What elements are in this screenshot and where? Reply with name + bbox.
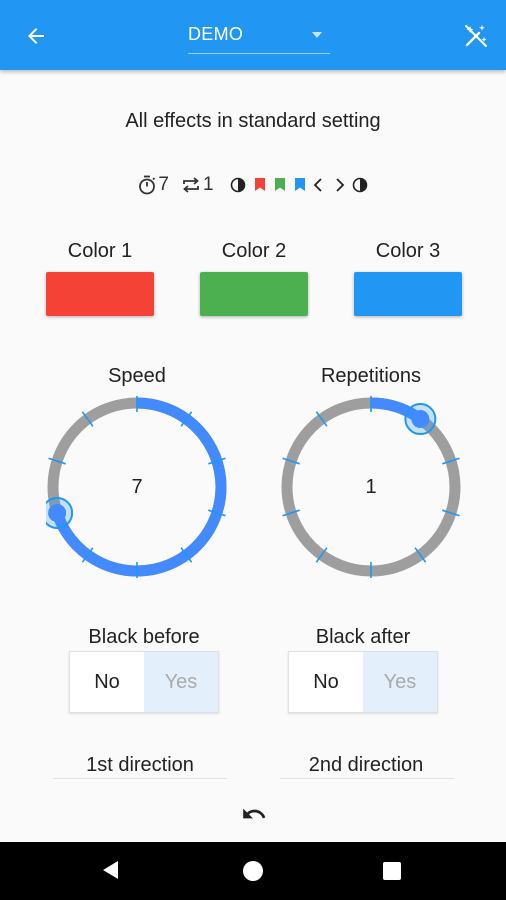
app-bar: DEMO [0, 0, 506, 70]
repetitions-label: Repetitions [320, 365, 422, 387]
color-2-swatch[interactable] [200, 272, 308, 316]
flag-icon [294, 178, 305, 191]
speed-summary: 7 [138, 174, 169, 196]
black-before-label: Black before [88, 626, 200, 648]
repetitions-summary: 1 [181, 174, 214, 196]
black-before-yes-option[interactable]: Yes [144, 652, 218, 712]
repetitions-value: 1 [365, 475, 377, 498]
effect-selector[interactable]: DEMO [188, 20, 330, 54]
speed-dial[interactable]: 7 [41, 394, 228, 580]
dropdown-arrow-icon [312, 32, 322, 38]
first-direction-toggle[interactable] [53, 778, 227, 782]
undo-button[interactable] [236, 796, 272, 832]
half-circle-icon [352, 177, 367, 193]
black-before-toggle: No Yes [69, 651, 219, 713]
auto-fix-button[interactable] [460, 20, 492, 52]
chevron-left-icon [313, 178, 322, 192]
timer-icon [139, 175, 156, 195]
repetitions-dial[interactable]: 1 [280, 394, 462, 580]
auto-fix-off-icon [465, 25, 487, 47]
flag-icon [254, 178, 265, 191]
sequence-summary [230, 177, 368, 193]
speed-summary-value: 7 [158, 174, 169, 195]
color-3-swatch[interactable] [354, 272, 462, 316]
second-direction-label: 2nd direction [308, 754, 424, 776]
color-3-label: Color 3 [375, 240, 441, 262]
effect-selector-value: DEMO [188, 24, 244, 44]
back-button[interactable] [20, 20, 52, 52]
flag-icon [274, 178, 285, 191]
undo-icon [243, 808, 266, 819]
black-after-toggle: No Yes [288, 651, 438, 713]
second-direction-toggle[interactable] [280, 778, 454, 782]
effect-description: All effects in standard setting [125, 110, 381, 132]
black-after-yes-option[interactable]: Yes [363, 652, 437, 712]
arrow-back-icon [28, 28, 44, 44]
color-2-group: Color 2 [200, 240, 308, 316]
black-before-no-option[interactable]: No [70, 652, 144, 712]
color-3-group: Color 3 [354, 240, 462, 316]
repetitions-summary-value: 1 [203, 174, 214, 195]
black-after-no-option[interactable]: No [289, 652, 363, 712]
repeat-icon [183, 177, 199, 193]
color-1-label: Color 1 [67, 240, 133, 262]
color-2-label: Color 2 [221, 240, 287, 262]
chevron-right-icon [335, 178, 344, 192]
speed-label: Speed [108, 365, 166, 387]
half-circle-icon [230, 177, 245, 193]
color-1-swatch[interactable] [46, 272, 154, 316]
first-direction-label: 1st direction [86, 754, 194, 776]
nav-back-icon[interactable] [100, 859, 120, 881]
nav-home-icon[interactable] [243, 861, 263, 881]
nav-recents-icon[interactable] [383, 862, 401, 880]
speed-value: 7 [131, 475, 143, 498]
effect-summary: 7 1 [0, 174, 506, 196]
black-after-label: Black after [315, 626, 411, 648]
color-1-group: Color 1 [46, 240, 154, 316]
system-navigation-bar [0, 842, 506, 900]
